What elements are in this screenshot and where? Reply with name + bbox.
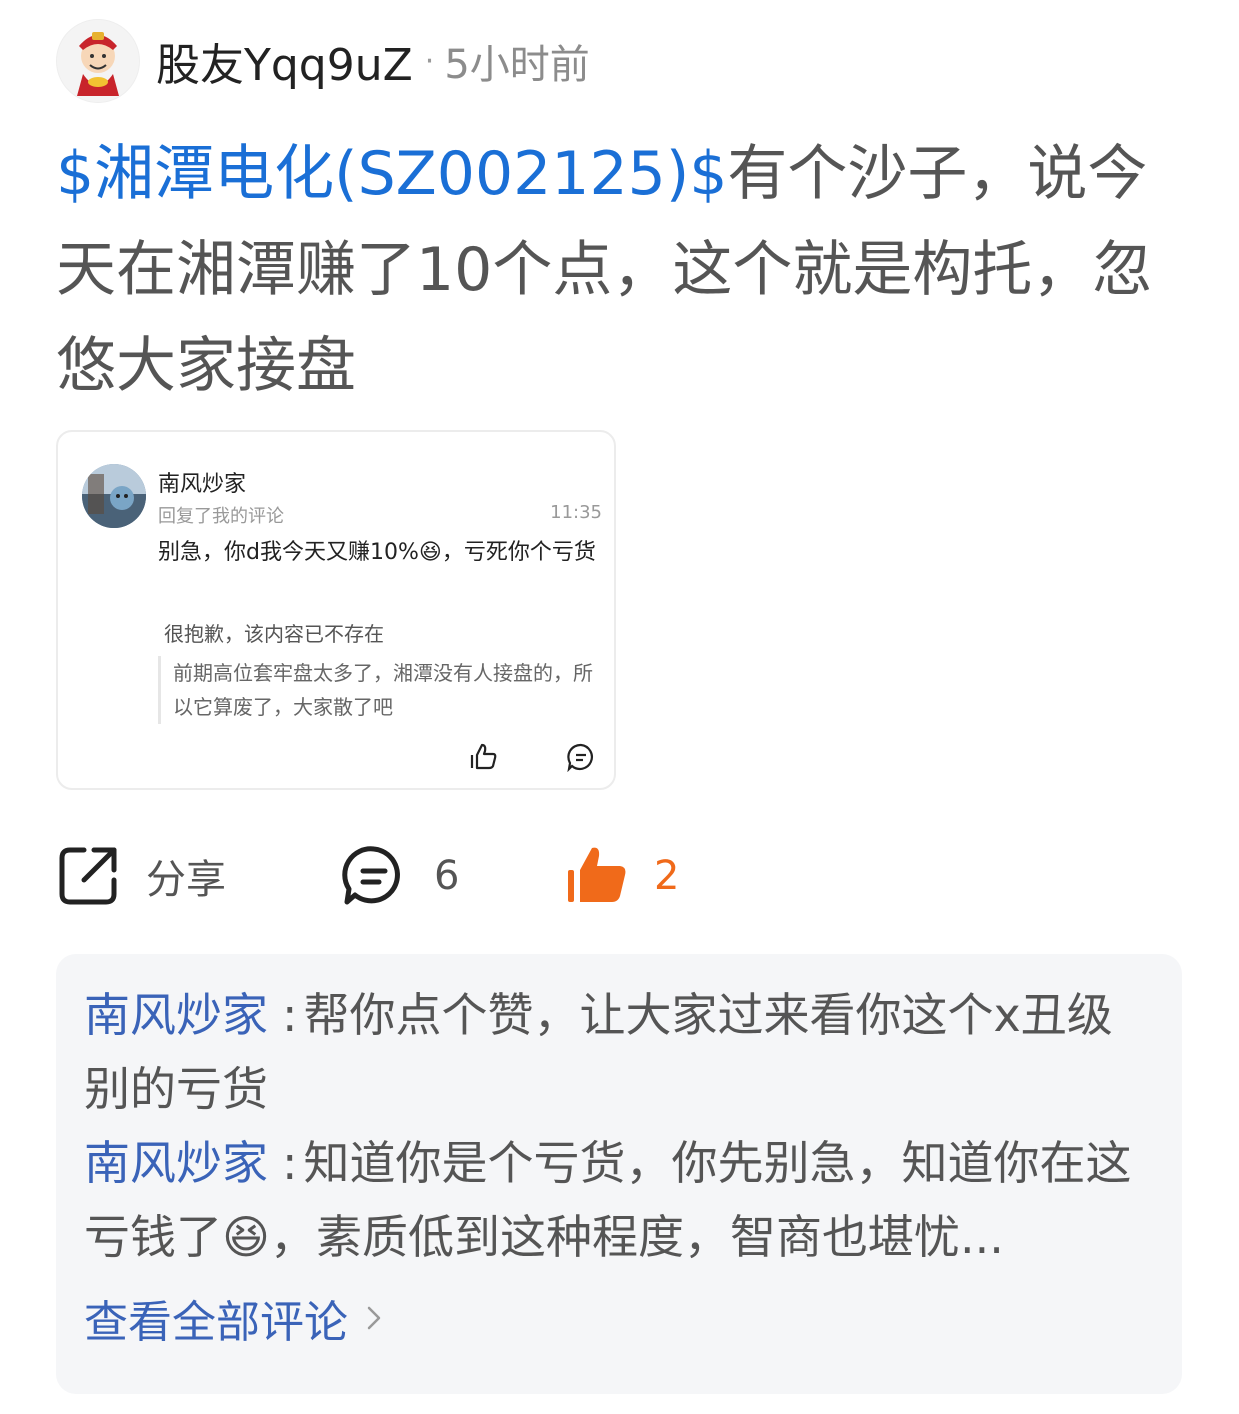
quote-time: 11:35 bbox=[550, 502, 602, 523]
comment-separator: : bbox=[282, 988, 298, 1042]
comment-button[interactable]: 6 bbox=[342, 836, 459, 916]
comment-item[interactable]: 南风炒家: 帮你点个赞，让大家过来看你这个x丑级别的亏货 bbox=[84, 978, 1154, 1126]
commenter-name[interactable]: 南风炒家 bbox=[84, 988, 268, 1042]
commenter-name[interactable]: 南风炒家 bbox=[84, 1136, 268, 1190]
like-count: 2 bbox=[654, 853, 680, 899]
chevron-right-icon bbox=[367, 1306, 381, 1330]
post-time: 5小时前 bbox=[444, 42, 590, 88]
like-button[interactable]: 2 bbox=[564, 836, 679, 916]
quoted-original-comment: 前期高位套牢盘太多了，湘潭没有人接盘的，所以它算废了，大家散了吧 bbox=[158, 656, 593, 724]
quote-like-icon bbox=[468, 742, 498, 776]
thumbs-up-icon bbox=[568, 847, 626, 902]
deleted-notice: 很抱歉，该内容已不存在 bbox=[164, 622, 384, 646]
comment-text-continued: ，素质低到这种程度，智商也堪忧... bbox=[269, 1210, 1004, 1264]
comment-count: 6 bbox=[434, 853, 460, 899]
comments-preview: 南风炒家: 帮你点个赞，让大家过来看你这个x丑级别的亏货 南风炒家: 知道你是个亏货… bbox=[56, 954, 1182, 1394]
post-content: $湘潭电化(SZ002125)$有个沙子，说今天在湘潭赚了10个点，这个就是构托… bbox=[56, 126, 1186, 414]
caishen-avatar-icon bbox=[77, 32, 119, 96]
embedded-screenshot-card[interactable]: 南风炒家 回复了我的评论 11:35 别急，你d我今天又赚10%😆，亏死你个亏货… bbox=[56, 430, 616, 790]
share-button[interactable]: 分享 bbox=[56, 836, 226, 916]
share-label: 分享 bbox=[146, 857, 226, 903]
quote-reply-text: 别急，你d我今天又赚10%😆，亏死你个亏货 bbox=[158, 538, 608, 568]
quote-reply-part1: 别急，你d我今天又赚10% bbox=[158, 540, 419, 565]
comment-item[interactable]: 南风炒家: 知道你是个亏货，你先别急，知道你在这亏钱了😆，素质低到这种程度，智商也… bbox=[84, 1126, 1154, 1274]
view-all-comments-link[interactable]: 查看全部评论 bbox=[84, 1286, 1154, 1350]
quote-user-name: 南风炒家 bbox=[158, 472, 247, 497]
laugh-emoji-icon: 😆 bbox=[222, 1210, 270, 1264]
separator-dot: · bbox=[424, 43, 435, 79]
laugh-emoji-icon: 😆 bbox=[418, 540, 442, 565]
avatar-photo-icon bbox=[82, 464, 146, 528]
post-actions-bar: 分享 6 2 bbox=[56, 836, 756, 916]
share-icon bbox=[59, 847, 117, 905]
quote-subtitle: 回复了我的评论 bbox=[158, 506, 284, 527]
quote-comment-icon bbox=[566, 742, 596, 776]
author-avatar[interactable] bbox=[56, 19, 140, 103]
author-name[interactable]: 股友Yqq9uZ bbox=[156, 29, 413, 93]
stock-tag-link[interactable]: $湘潭电化(SZ002125)$ bbox=[56, 139, 727, 209]
post-header: 股友Yqq9uZ · 5小时前 bbox=[56, 18, 590, 104]
comment-separator: : bbox=[282, 1136, 298, 1190]
comment-icon bbox=[342, 846, 400, 905]
quote-reply-part2: ，亏死你个亏货 bbox=[441, 540, 596, 565]
quote-avatar bbox=[82, 464, 146, 528]
view-all-label: 查看全部评论 bbox=[84, 1297, 348, 1348]
